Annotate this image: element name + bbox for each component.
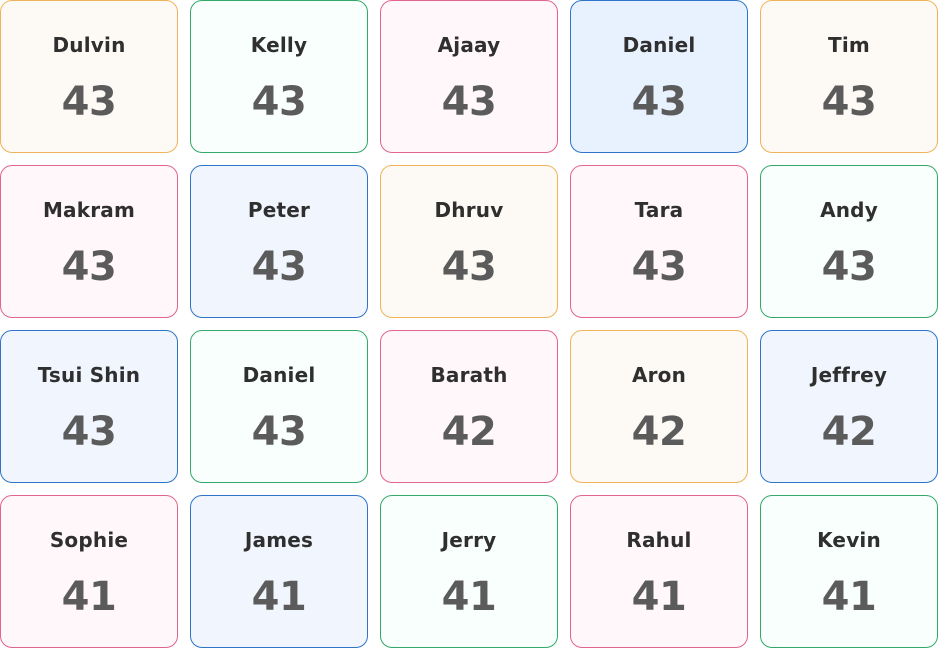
player-name: Dhruv <box>434 198 504 222</box>
player-name: Tara <box>634 198 684 222</box>
player-name: Daniel <box>622 33 696 57</box>
player-name: Peter <box>247 198 311 222</box>
player-name: James <box>244 528 314 552</box>
player-score: 43 <box>631 244 687 290</box>
player-score: 41 <box>631 574 687 620</box>
player-score: 41 <box>821 574 877 620</box>
player-score: 43 <box>821 244 877 290</box>
player-card[interactable]: Barath 42 <box>380 330 558 483</box>
player-score: 43 <box>631 79 687 125</box>
player-name: Sophie <box>49 528 129 552</box>
player-score: 41 <box>251 574 307 620</box>
player-score: 42 <box>631 409 687 455</box>
player-name: Ajaay <box>437 33 501 57</box>
player-score: 43 <box>61 79 117 125</box>
player-card[interactable]: Daniel 43 <box>190 330 368 483</box>
player-card[interactable]: Makram 43 <box>0 165 178 318</box>
player-card[interactable]: Tim 43 <box>760 0 938 153</box>
player-score: 42 <box>441 409 497 455</box>
player-score: 41 <box>441 574 497 620</box>
player-card[interactable]: Andy 43 <box>760 165 938 318</box>
player-card[interactable]: Kelly 43 <box>190 0 368 153</box>
player-score: 43 <box>61 409 117 455</box>
player-card[interactable]: James 41 <box>190 495 368 648</box>
player-card[interactable]: Tsui Shin 43 <box>0 330 178 483</box>
player-card[interactable]: Tara 43 <box>570 165 748 318</box>
player-score: 43 <box>251 244 307 290</box>
player-score: 43 <box>441 79 497 125</box>
player-name: Kelly <box>250 33 308 57</box>
player-card[interactable]: Dhruv 43 <box>380 165 558 318</box>
player-name: Barath <box>430 363 508 387</box>
player-name: Tsui Shin <box>37 363 141 387</box>
player-score: 41 <box>61 574 117 620</box>
player-name: Andy <box>820 198 878 222</box>
player-name: Daniel <box>242 363 316 387</box>
player-name: Aron <box>631 363 687 387</box>
player-name: Rahul <box>626 528 692 552</box>
player-card[interactable]: Rahul 41 <box>570 495 748 648</box>
player-card[interactable]: Aron 42 <box>570 330 748 483</box>
player-card[interactable]: Jerry 41 <box>380 495 558 648</box>
player-score: 42 <box>821 409 877 455</box>
player-score: 43 <box>251 79 307 125</box>
leaderboard-grid: Dulvin 43 Kelly 43 Ajaay 43 Daniel 43 Ti… <box>0 0 939 649</box>
player-score: 43 <box>441 244 497 290</box>
player-card[interactable]: Ajaay 43 <box>380 0 558 153</box>
player-name: Makram <box>42 198 136 222</box>
player-name: Dulvin <box>52 33 126 57</box>
player-name: Jerry <box>441 528 497 552</box>
player-card[interactable]: Dulvin 43 <box>0 0 178 153</box>
player-score: 43 <box>251 409 307 455</box>
player-name: Jeffrey <box>810 363 888 387</box>
player-score: 43 <box>821 79 877 125</box>
player-card[interactable]: Peter 43 <box>190 165 368 318</box>
player-card[interactable]: Daniel 43 <box>570 0 748 153</box>
player-card[interactable]: Kevin 41 <box>760 495 938 648</box>
player-name: Tim <box>828 33 870 57</box>
player-card[interactable]: Jeffrey 42 <box>760 330 938 483</box>
player-name: Kevin <box>817 528 881 552</box>
player-card[interactable]: Sophie 41 <box>0 495 178 648</box>
player-score: 43 <box>61 244 117 290</box>
